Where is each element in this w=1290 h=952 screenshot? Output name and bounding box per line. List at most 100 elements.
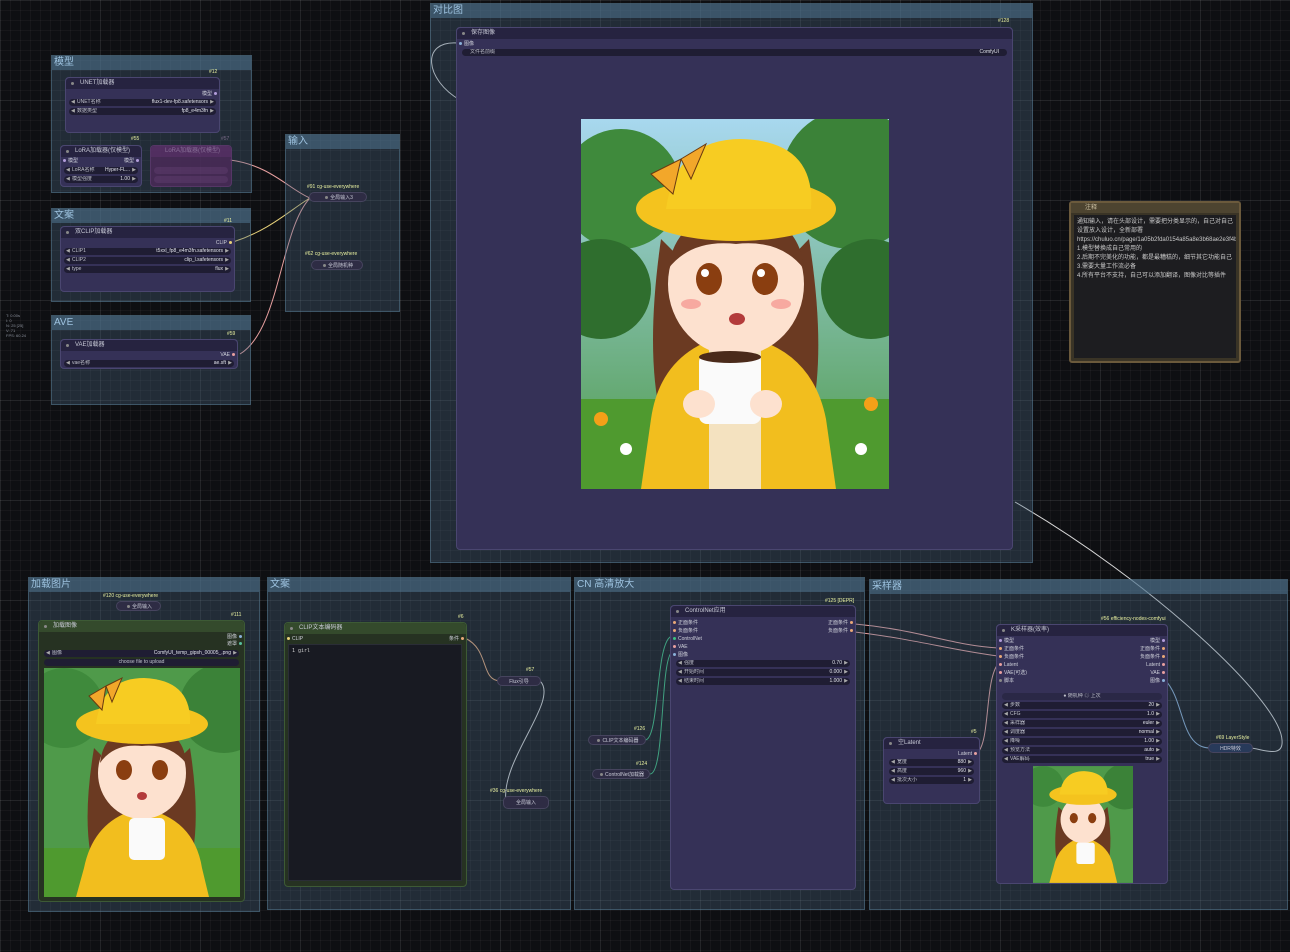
input-negative[interactable]: 负面条件 (671, 628, 698, 634)
output-model[interactable]: 模型 (202, 91, 219, 97)
lora-strength-field[interactable]: ◀ 模型强度 1.00 ▶ (64, 176, 138, 183)
output-socket[interactable]: 负面条件 (1140, 654, 1167, 660)
preview-method-field[interactable]: ◀ 预览方法 auto ▶ (1002, 747, 1162, 754)
clip1-field[interactable]: ◀ CLIP1 t5xxl_fp8_e4m3fn.safetensors ▶ (64, 248, 231, 255)
anywhere-node[interactable]: 全局输入 (116, 601, 161, 611)
strength-field[interactable]: ◀ 强度 0.70 ▶ (676, 660, 850, 667)
dual-clip-loader-node[interactable]: 双CLIP加载器 CLIP ◀ CLIP1 t5xxl_fp8_e4m3fn.saf… (60, 226, 235, 292)
collapse-dot-icon[interactable] (889, 742, 892, 745)
controlnet-apply-node[interactable]: ControlNet应用 正面条件 负面条件 ControlNet VAE 图像… (670, 605, 856, 890)
anywhere-node[interactable]: 全局输入 (503, 796, 549, 809)
unet-name-field[interactable]: ◀ UNET名称 flux1-dev-fp8.safetensors ▶ (69, 99, 216, 106)
cfg-field[interactable]: ◀ CFG 1.0 ▶ (1002, 711, 1162, 718)
input-image[interactable]: 图像 (671, 652, 688, 658)
upload-button[interactable]: choose file to upload (44, 659, 239, 666)
node-title[interactable]: ControlNet应用 (671, 606, 855, 617)
node-title[interactable]: LoRA加载器(仅模型) (61, 146, 141, 157)
group-title[interactable]: 输入 (286, 135, 399, 149)
output-positive[interactable]: 正面条件 (828, 620, 855, 626)
clip-encode-collapsed-node[interactable]: CLIP文本编码器 (588, 735, 646, 745)
group-title[interactable]: 对比图 (431, 4, 1032, 18)
collapse-dot-icon[interactable] (66, 150, 69, 153)
output-socket[interactable]: 图像 (1150, 678, 1167, 684)
end-percent-field[interactable]: ◀ 结束时间 1.000 ▶ (676, 678, 850, 685)
flux-guidance-node[interactable]: Flux引导 (497, 676, 541, 686)
node-title[interactable]: 双CLIP加载器 (61, 227, 234, 238)
input-socket[interactable]: 模型 (997, 638, 1014, 644)
output-negative[interactable]: 负面条件 (828, 628, 855, 634)
output-socket[interactable]: 正面条件 (1140, 646, 1167, 652)
input-vae[interactable]: VAE (671, 644, 688, 650)
prompt-textarea[interactable]: 1 girl (288, 644, 462, 881)
node-title[interactable]: CLIP文本编码器 (285, 623, 466, 634)
input-positive[interactable]: 正面条件 (671, 620, 698, 626)
lora-loader-node[interactable]: LoRA加载器(仅模型) 模型 模型 ◀ LoRA名称 Hyper-FL... ▶ ◀… (60, 145, 142, 187)
output-model[interactable]: 模型 (124, 158, 141, 164)
input-image[interactable]: 图像 (457, 41, 474, 47)
collapse-dot-icon[interactable] (1002, 629, 1005, 632)
controlnet-loader-collapsed-node[interactable]: ControlNet加载器 (592, 769, 650, 779)
hdr-effect-node[interactable]: HDR特效 (1208, 743, 1253, 753)
output-clip[interactable]: CLIP (216, 240, 234, 246)
height-field[interactable]: ◀ 高度 960 ▶ (889, 768, 974, 775)
collapse-dot-icon[interactable] (71, 82, 74, 85)
group-title[interactable]: 加载图片 (29, 578, 259, 592)
group-title[interactable]: 采样器 (870, 580, 1287, 594)
output-socket[interactable]: VAE (1150, 670, 1167, 676)
input-clip[interactable]: CLIP (285, 636, 303, 642)
input-socket[interactable]: Latent (997, 662, 1018, 668)
collapse-dot-icon[interactable] (676, 610, 679, 613)
input-model[interactable]: 模型 (61, 158, 78, 164)
empty-latent-node[interactable]: 空Latent Latent ◀ 宽度 880 ▶ ◀ 高度 960 ▶ ◀ 批次大小 1 ▶ (883, 737, 980, 804)
type-field[interactable]: ◀ type flux ▶ (64, 266, 231, 273)
scheduler-field[interactable]: ◀ 调度器 normal ▶ (1002, 729, 1162, 736)
image-select-field[interactable]: ◀ 图像 ComfyUI_temp_gipsh_00005_.png ▶ (44, 650, 239, 657)
collapse-dot-icon[interactable] (66, 231, 69, 234)
note-body[interactable]: 通知输入，请在头部设计，需要把分类显示的，自己对自己设置放入设计，全新部署htt… (1074, 215, 1236, 358)
output-vae[interactable]: VAE (220, 352, 237, 358)
group-title[interactable]: 文案 (268, 578, 570, 592)
node-title[interactable]: VAE加载器 (61, 340, 237, 351)
group-title[interactable]: 模型 (52, 56, 251, 70)
dtype-field[interactable]: ◀ 数据类型 fp8_e4m3fn ▶ (69, 108, 216, 115)
lora-name-field[interactable]: ◀ LoRA名称 Hyper-FL... ▶ (64, 167, 138, 174)
group-title[interactable]: 文案 (52, 209, 250, 223)
collapse-dot-icon[interactable] (66, 344, 69, 347)
output-socket[interactable]: 模型 (1150, 638, 1167, 644)
anywhere-node[interactable]: 全局输入3 (309, 192, 367, 202)
output-mask[interactable]: 遮罩 (227, 641, 244, 647)
node-title[interactable]: UNET加载器 (66, 78, 219, 89)
start-percent-field[interactable]: ◀ 开始时间 0.000 ▶ (676, 669, 850, 676)
node-title[interactable]: 保存图像 (457, 28, 1012, 39)
output-socket[interactable]: Latent (1146, 662, 1167, 668)
input-socket[interactable]: VAE(可选) (997, 670, 1027, 676)
vae-decode-field[interactable]: ◀ VAE解码 true ▶ (1002, 756, 1162, 763)
output-latent[interactable]: Latent (958, 751, 979, 757)
vae-name-field[interactable]: ◀ vae名称 ae.sft ▶ (64, 360, 234, 367)
anywhere-node[interactable]: 全局随机种 (311, 260, 363, 270)
output-conditioning[interactable]: 条件 (449, 636, 466, 642)
node-title[interactable]: LoRA加载器(仅模型) (151, 146, 231, 157)
width-field[interactable]: ◀ 宽度 880 ▶ (889, 759, 974, 766)
steps-field[interactable]: ◀ 步数 20 ▶ (1002, 702, 1162, 709)
collapse-dot-icon[interactable] (290, 627, 293, 630)
collapse-dot-icon[interactable] (462, 32, 465, 35)
sampler-field[interactable]: ◀ 采样器 euler ▶ (1002, 720, 1162, 727)
vae-loader-node[interactable]: VAE加载器 VAE ◀ vae名称 ae.sft ▶ (60, 339, 238, 369)
node-title[interactable]: 空Latent (884, 738, 979, 749)
node-title[interactable]: 加载图像 (39, 621, 244, 632)
denoise-field[interactable]: ◀ 降噪 1.00 ▶ (1002, 738, 1162, 745)
filename-prefix-field[interactable]: 文件名前缀 ComfyUI (462, 49, 1007, 56)
lora-bypassed-node[interactable]: LoRA加载器(仅模型) (150, 145, 232, 187)
note-node[interactable]: 注释 通知输入，请在头部设计，需要把分类显示的，自己对自己设置放入设计，全新部署… (1069, 201, 1241, 363)
batch-size-field[interactable]: ◀ 批次大小 1 ▶ (889, 777, 974, 784)
input-socket[interactable]: 正面条件 (997, 646, 1024, 652)
input-socket[interactable]: 脚本 (997, 678, 1014, 684)
collapse-dot-icon[interactable] (44, 625, 47, 628)
group-title[interactable]: AVE (52, 316, 250, 330)
group-title[interactable]: CN 高清放大 (575, 578, 864, 592)
input-socket[interactable]: 负面条件 (997, 654, 1024, 660)
input-controlnet[interactable]: ControlNet (671, 636, 702, 642)
output-image[interactable]: 图像 (227, 634, 244, 640)
node-title[interactable]: K采样器(效率) (997, 625, 1167, 636)
